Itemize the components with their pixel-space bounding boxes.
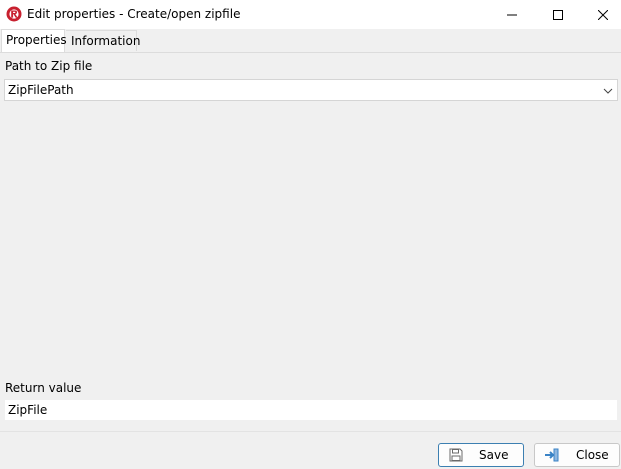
return-value-input[interactable]: ZipFile — [4, 399, 618, 421]
save-disk-icon — [448, 447, 464, 463]
path-to-zip-label: Path to Zip file — [5, 59, 93, 73]
app-logo-icon — [6, 6, 22, 22]
return-value-label: Return value — [5, 381, 82, 395]
footer-divider — [0, 431, 621, 432]
tab-information[interactable]: Information — [66, 30, 140, 51]
chevron-down-icon[interactable] — [602, 85, 614, 97]
close-window-button[interactable] — [580, 0, 621, 29]
close-button[interactable]: Close — [534, 443, 620, 467]
path-to-zip-value: ZipFilePath — [8, 83, 74, 97]
return-value-text: ZipFile — [8, 403, 48, 417]
save-button[interactable]: Save — [438, 443, 524, 467]
window-title: Edit properties - Create/open zipfile — [27, 7, 241, 21]
tab-strip: Properties Information — [0, 29, 621, 53]
path-to-zip-dropdown[interactable]: ZipFilePath — [4, 79, 618, 101]
close-button-label: Close — [576, 448, 609, 462]
tab-properties[interactable]: Properties — [1, 29, 67, 52]
minimize-icon — [507, 14, 517, 15]
save-button-label: Save — [479, 448, 509, 462]
maximize-icon — [553, 9, 563, 20]
minimize-button[interactable] — [489, 0, 535, 29]
maximize-button[interactable] — [535, 0, 581, 29]
title-bar: Edit properties - Create/open zipfile — [0, 0, 621, 29]
close-icon — [598, 9, 608, 20]
exit-arrow-icon — [544, 447, 560, 463]
